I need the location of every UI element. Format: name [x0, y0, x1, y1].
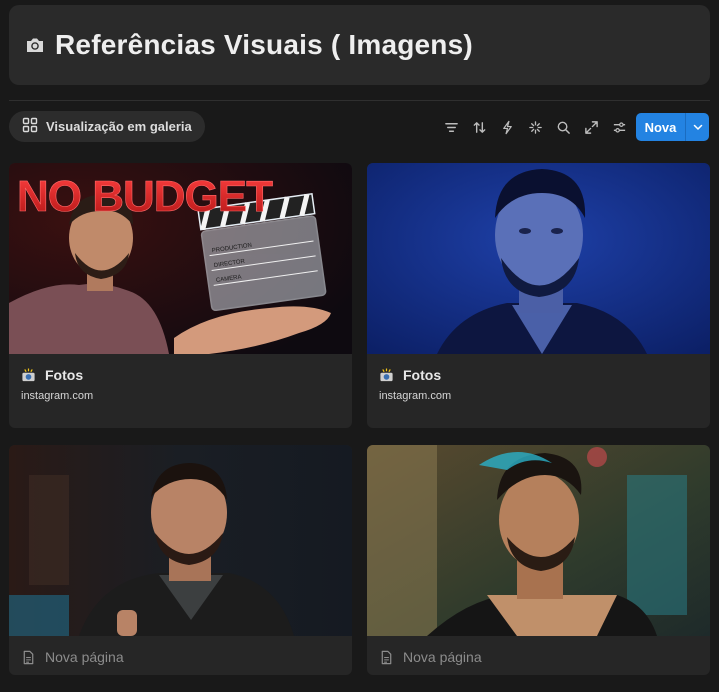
card-image: [367, 445, 710, 636]
card-title: Nova página: [403, 649, 482, 665]
page-header: Referências Visuais ( Imagens): [9, 5, 710, 85]
gallery-grid-icon: [22, 117, 38, 136]
card-image: [9, 445, 352, 636]
gallery-view-button[interactable]: Visualização em galeria: [9, 111, 205, 142]
gallery-card[interactable]: PRODUCTION DIRECTOR CAMERA NO BUDGET Fot…: [9, 163, 352, 428]
gallery-view-label: Visualização em galeria: [46, 119, 192, 134]
card-image: PRODUCTION DIRECTOR CAMERA NO BUDGET: [9, 163, 352, 354]
sort-icon[interactable]: [465, 114, 493, 140]
new-button[interactable]: Nova: [636, 113, 709, 141]
card-title: Fotos: [403, 367, 442, 383]
camera-flash-icon: [379, 367, 395, 383]
chevron-down-icon[interactable]: [686, 113, 709, 141]
page-icon: [21, 649, 37, 665]
card-image: [367, 163, 710, 354]
automation-icon[interactable]: [493, 114, 521, 140]
filter-icon[interactable]: [437, 114, 465, 140]
camera-flash-icon: [21, 367, 37, 383]
card-source: instagram.com: [21, 390, 94, 402]
search-icon[interactable]: [549, 114, 577, 140]
ai-sparkle-icon[interactable]: [521, 114, 549, 140]
new-button-label[interactable]: Nova: [636, 113, 686, 141]
page-icon: [379, 649, 395, 665]
page-title: Referências Visuais ( Imagens): [55, 29, 473, 60]
settings-icon[interactable]: [605, 114, 633, 140]
gallery-card[interactable]: Fotos instagram.com: [367, 163, 710, 428]
card-title: Nova página: [45, 649, 124, 665]
card-source: instagram.com: [379, 390, 452, 402]
divider: [9, 100, 710, 101]
gallery-card[interactable]: Nova página: [9, 445, 352, 675]
no-budget-text: NO BUDGET: [17, 172, 273, 221]
gallery-card[interactable]: Nova página: [367, 445, 710, 675]
expand-icon[interactable]: [577, 114, 605, 140]
toolbar: [437, 114, 633, 140]
card-title: Fotos: [45, 367, 84, 383]
camera-icon: [25, 36, 45, 54]
